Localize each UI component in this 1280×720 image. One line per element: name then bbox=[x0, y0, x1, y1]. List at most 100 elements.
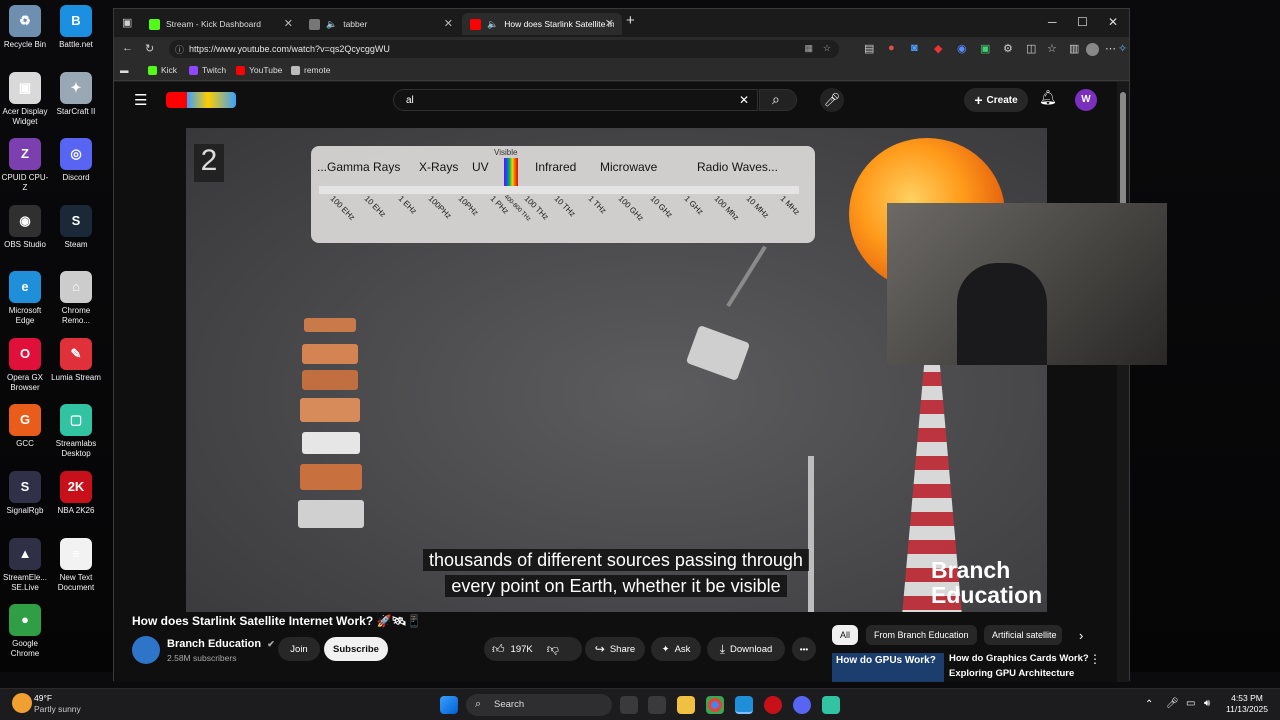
like-button[interactable]: 👍︎ bbox=[492, 642, 505, 657]
volume-icon[interactable]: 🔊︎ bbox=[1204, 698, 1210, 709]
favorite-star-icon[interactable]: ☆ bbox=[823, 43, 831, 54]
video-player[interactable]: 2 Visible ...Gamma Rays X-Rays UV Infrar… bbox=[186, 128, 1047, 612]
desktop-icon-gcc[interactable]: G GCC bbox=[0, 404, 50, 449]
desktop-icon-obs-studio[interactable]: ◉ OBS Studio bbox=[0, 205, 50, 250]
dislike-button[interactable]: 👎︎ bbox=[547, 642, 559, 657]
desktop-icon-discord[interactable]: ◎ Discord bbox=[51, 138, 101, 183]
chip-from-branch-education[interactable]: From Branch Education bbox=[866, 625, 977, 645]
task-view-icon[interactable] bbox=[620, 696, 638, 714]
extension-2-icon[interactable]: ● bbox=[888, 42, 895, 54]
weather-temp[interactable]: 49°F bbox=[34, 693, 52, 703]
desktop-icon-steam[interactable]: S Steam bbox=[51, 205, 101, 250]
clock-date[interactable]: 11/13/2025 bbox=[1224, 704, 1270, 714]
voice-search-mic-icon[interactable]: 🎤︎ bbox=[820, 88, 844, 112]
maximize-button[interactable]: ☐ bbox=[1077, 15, 1088, 29]
desktop-icon-chrome-remo[interactable]: ⌂ Chrome Remo... bbox=[51, 271, 101, 326]
new-tab-button[interactable]: + bbox=[626, 12, 635, 29]
page-scrollbar[interactable] bbox=[1117, 82, 1129, 682]
more-menu-icon[interactable]: ⋯ bbox=[1105, 42, 1116, 55]
file-explorer-icon[interactable] bbox=[677, 696, 695, 714]
tab-kick-dashboard[interactable]: Stream - Kick Dashboard ✕ bbox=[141, 13, 301, 35]
rec-more-icon[interactable]: ⋮ bbox=[1089, 652, 1101, 666]
desktop-icon-streamele-se-live[interactable]: ▲ StreamEle... SE.Live bbox=[0, 538, 50, 593]
extensions-puzzle-icon[interactable]: ⚙ bbox=[1003, 42, 1013, 55]
chip-all[interactable]: All bbox=[832, 625, 859, 645]
fav-remote[interactable]: remote bbox=[291, 65, 330, 75]
clear-search-icon[interactable]: ✕ bbox=[739, 93, 749, 107]
desktop-icon-recycle-bin[interactable]: ♻ Recycle Bin bbox=[0, 5, 50, 50]
weather-desc[interactable]: Partly sunny bbox=[34, 704, 81, 714]
fav-youtube[interactable]: YouTube bbox=[236, 65, 282, 75]
search-input[interactable]: al ✕ bbox=[393, 89, 758, 111]
opera-gx-icon[interactable] bbox=[764, 696, 782, 714]
split-screen-icon[interactable]: ◫ bbox=[1026, 42, 1036, 55]
search-button[interactable]: ⌕ bbox=[759, 89, 797, 111]
minimize-button[interactable]: ─ bbox=[1048, 15, 1057, 29]
refresh-icon[interactable]: ↻ bbox=[145, 42, 154, 55]
taskbar-search[interactable]: ⌕ Search bbox=[466, 694, 612, 716]
discord-icon[interactable] bbox=[793, 696, 811, 714]
extension-3-icon[interactable]: ◙ bbox=[911, 42, 918, 54]
favorites-icon[interactable]: ☆ bbox=[1047, 42, 1057, 55]
notifications-bell-icon[interactable]: 🔔︎ bbox=[1039, 89, 1057, 106]
favorites-bar-icon[interactable]: ▬ bbox=[120, 65, 129, 75]
extension-1-icon[interactable]: ▤ bbox=[864, 42, 874, 55]
chip-artificial-satellite[interactable]: Artificial satellite bbox=[984, 625, 1062, 645]
desktop-icon-opera-gx-browser[interactable]: O Opera GX Browser bbox=[0, 338, 50, 393]
extension-5-icon[interactable]: ◉ bbox=[957, 42, 967, 55]
channel-name[interactable]: Branch Education ✔ bbox=[167, 638, 275, 650]
back-arrow-icon[interactable]: ← bbox=[122, 42, 133, 54]
desktop-icon-starcraft-ii[interactable]: ✦ StarCraft II bbox=[51, 72, 101, 117]
hamburger-menu-icon[interactable]: ☰ bbox=[134, 91, 147, 109]
weather-sun-icon[interactable] bbox=[12, 693, 32, 713]
close-icon[interactable]: ✕ bbox=[444, 17, 453, 30]
tab-actions-icon[interactable]: ▣ bbox=[122, 16, 132, 29]
join-button[interactable]: Join bbox=[278, 637, 320, 661]
close-icon[interactable]: ✕ bbox=[605, 17, 614, 30]
account-avatar[interactable]: W bbox=[1075, 89, 1097, 111]
collections-icon[interactable]: ▥ bbox=[1069, 42, 1079, 55]
subscribe-button[interactable]: Subscribe bbox=[324, 637, 388, 661]
desktop-icon-signalrgb[interactable]: S SignalRgb bbox=[0, 471, 50, 516]
desktop-icon-battle-net[interactable]: B Battle.net bbox=[51, 5, 101, 50]
download-button[interactable]: ⤓ Download bbox=[707, 637, 785, 661]
desktop-icon-new-text-document[interactable]: ≡ New Text Document bbox=[51, 538, 101, 593]
clock-time[interactable]: 4:53 PM bbox=[1225, 693, 1269, 703]
desktop-icon-lumia-stream[interactable]: ✎ Lumia Stream bbox=[51, 338, 101, 383]
close-icon[interactable]: ✕ bbox=[284, 17, 293, 30]
start-windows-icon[interactable] bbox=[440, 696, 458, 714]
create-button[interactable]: + Create bbox=[964, 88, 1028, 112]
profile-avatar[interactable] bbox=[1086, 43, 1099, 56]
copilot-icon[interactable]: ✧ bbox=[1118, 42, 1127, 55]
rec-thumbnail[interactable]: How do GPUs Work? bbox=[832, 653, 944, 682]
widgets-icon[interactable] bbox=[648, 696, 666, 714]
extension-4-icon[interactable]: ◆ bbox=[934, 42, 942, 55]
close-window-button[interactable]: ✕ bbox=[1108, 15, 1118, 29]
ask-button[interactable]: ✦ Ask bbox=[651, 637, 701, 661]
chips-next-arrow-icon[interactable]: › bbox=[1079, 628, 1083, 643]
tab-youtube-starlink[interactable]: 🔈 How does Starlink Satellite In ✕ bbox=[462, 13, 622, 35]
site-info-icon[interactable]: ⓘ bbox=[175, 43, 184, 56]
chrome-icon[interactable] bbox=[706, 696, 724, 714]
rec-title[interactable]: How do Graphics Cards Work? bbox=[949, 653, 1089, 664]
streamlabs-icon[interactable] bbox=[822, 696, 840, 714]
network-icon[interactable]: ▭ bbox=[1186, 698, 1195, 709]
desktop-icon-nba-2k26[interactable]: 2K NBA 2K26 bbox=[51, 471, 101, 516]
desktop-icon-microsoft-edge[interactable]: e Microsoft Edge bbox=[0, 271, 50, 326]
desktop-icon-google-chrome[interactable]: ● Google Chrome bbox=[0, 604, 50, 659]
fav-kick[interactable]: Kick bbox=[148, 65, 177, 75]
youtube-doodle-logo[interactable] bbox=[166, 92, 236, 108]
url-field[interactable]: ⓘ https://www.youtube.com/watch?v=qs2Qcy… bbox=[169, 40, 839, 58]
edge-icon[interactable] bbox=[735, 696, 753, 714]
extension-6-icon[interactable]: ▣ bbox=[980, 42, 990, 55]
more-actions-button[interactable]: ••• bbox=[792, 637, 816, 661]
app-available-icon[interactable]: ▦ bbox=[804, 43, 813, 54]
desktop-icon-streamlabs-desktop[interactable]: ▢ Streamlabs Desktop bbox=[51, 404, 101, 459]
share-button[interactable]: ↪ Share bbox=[585, 637, 645, 661]
tab-tabber[interactable]: 🔈 tabber ✕ bbox=[301, 13, 461, 35]
fav-twitch[interactable]: Twitch bbox=[189, 65, 226, 75]
tray-overflow-icon[interactable]: ⌃ bbox=[1145, 699, 1153, 710]
desktop-icon-acer-display-widget[interactable]: ▣ Acer Display Widget bbox=[0, 72, 50, 127]
channel-avatar[interactable] bbox=[132, 636, 160, 664]
mic-icon[interactable]: 🎤︎ bbox=[1166, 698, 1179, 709]
